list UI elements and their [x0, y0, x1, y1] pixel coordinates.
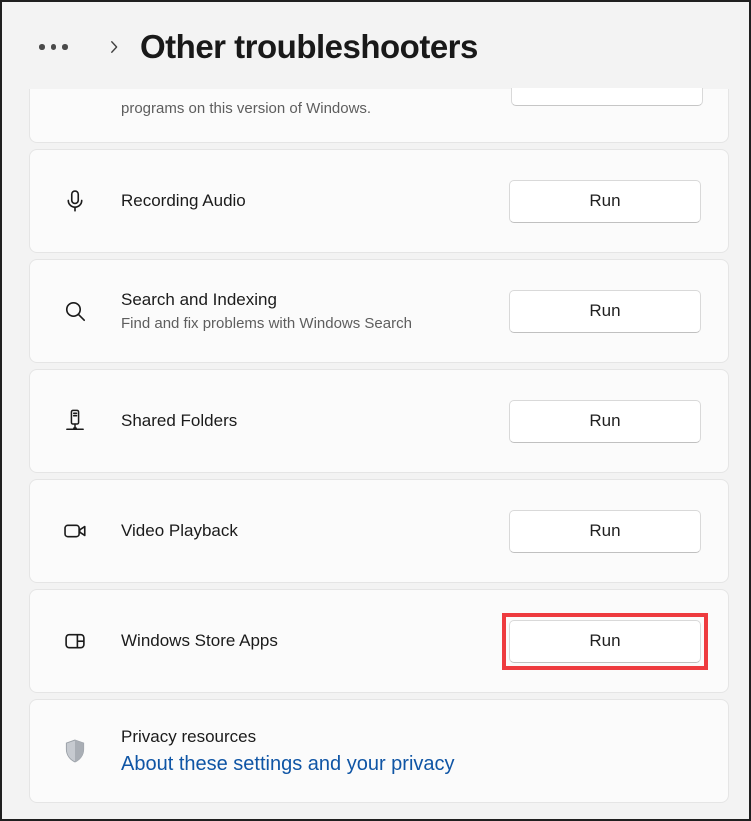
item-subtitle: Find and fix problems with Windows Searc…: [121, 314, 412, 334]
page-title: Other troubleshooters: [140, 28, 478, 66]
troubleshooter-list: programs on this version of Windows. Rec…: [29, 89, 729, 803]
troubleshooter-card-search-and-indexing: Search and Indexing Find and fix problem…: [29, 259, 729, 363]
run-button[interactable]: Run: [509, 180, 701, 223]
highlight-box: Run: [502, 613, 708, 670]
troubleshooter-card-shared-folders: Shared Folders Run: [29, 369, 729, 473]
chevron-right-icon: [105, 38, 123, 56]
item-title: Shared Folders: [121, 410, 237, 432]
troubleshooter-card-recording-audio: Recording Audio Run: [29, 149, 729, 253]
video-camera-icon: [61, 518, 89, 544]
run-button[interactable]: Run: [509, 400, 701, 443]
run-button[interactable]: Run: [509, 290, 701, 333]
network-computer-icon: [61, 408, 89, 434]
shield-icon: [61, 736, 89, 766]
microphone-icon: [61, 188, 89, 214]
run-button[interactable]: Run: [509, 510, 701, 553]
privacy-title: Privacy resources: [121, 726, 455, 748]
item-title: Windows Store Apps: [121, 630, 278, 652]
privacy-resources-card: Privacy resources About these settings a…: [29, 699, 729, 803]
item-title: Recording Audio: [121, 190, 246, 212]
troubleshooter-card-windows-store-apps: Windows Store Apps Run: [29, 589, 729, 693]
split-panel-icon: [61, 628, 89, 654]
ellipsis-icon[interactable]: [39, 44, 75, 50]
run-button-highlighted[interactable]: Run: [509, 620, 701, 663]
troubleshooter-card-partial: programs on this version of Windows.: [29, 89, 729, 143]
item-title: Video Playback: [121, 520, 238, 542]
partial-card-subtitle: programs on this version of Windows.: [121, 99, 371, 119]
settings-window: Other troubleshooters programs on this v…: [0, 0, 751, 821]
breadcrumb: Other troubleshooters: [39, 22, 478, 72]
privacy-link[interactable]: About these settings and your privacy: [121, 753, 455, 776]
run-button-partial[interactable]: [511, 88, 703, 106]
troubleshooter-card-video-playback: Video Playback Run: [29, 479, 729, 583]
search-icon: [61, 298, 89, 324]
item-title: Search and Indexing: [121, 289, 412, 311]
